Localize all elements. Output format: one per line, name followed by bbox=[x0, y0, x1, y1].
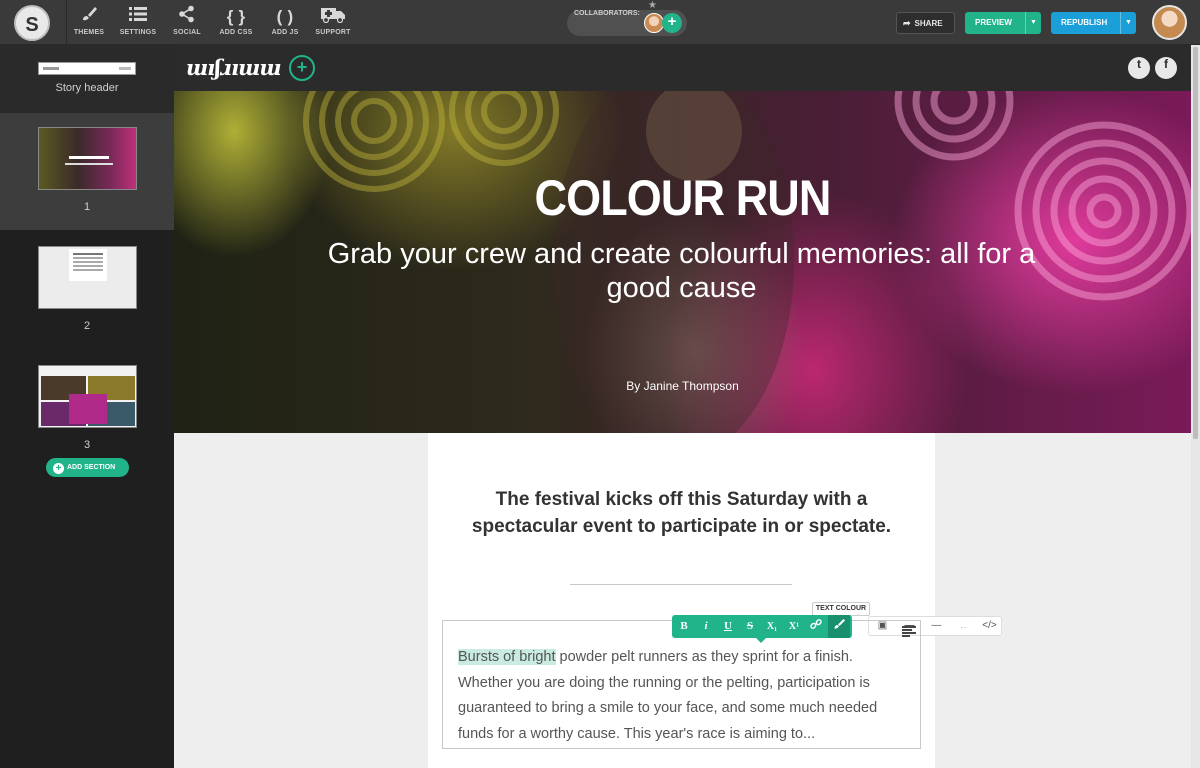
facebook-icon[interactable]: f bbox=[1155, 57, 1177, 79]
hero-title[interactable]: COLOUR RUN bbox=[225, 169, 1140, 227]
add-css-label: ADD CSS bbox=[219, 29, 253, 36]
share-nodes-icon bbox=[169, 5, 205, 29]
story-header-item[interactable]: Story header bbox=[0, 45, 174, 113]
section-number: 1 bbox=[83, 201, 91, 213]
story-canvas: ɯıʃɹıɯɯ + t f COLOUR RUN Grab your crew … bbox=[174, 45, 1191, 768]
hero-section[interactable]: COLOUR RUN Grab your crew and create col… bbox=[174, 91, 1191, 433]
site-header: ɯıʃɹıɯɯ + t f bbox=[174, 45, 1191, 91]
superscript-button[interactable]: X¹ bbox=[783, 615, 805, 638]
align-left-icon[interactable] bbox=[902, 626, 916, 638]
twitter-icon[interactable]: t bbox=[1128, 57, 1150, 79]
add-section-button[interactable]: + ADD SECTION bbox=[46, 458, 129, 477]
divider-line-icon[interactable]: — bbox=[923, 617, 950, 635]
sections-sidebar: Story header 1 2 3 + ADD SECTION bbox=[0, 45, 174, 768]
rich-text-editor[interactable]: Bursts of bright powder pelt runners as … bbox=[442, 620, 921, 749]
shorthand-logo[interactable]: S bbox=[14, 5, 50, 41]
section-number: 3 bbox=[83, 439, 91, 451]
story-header-label: Story header bbox=[55, 82, 119, 94]
scrollbar-thumb[interactable] bbox=[1193, 47, 1198, 439]
republish-dropdown-icon[interactable]: ▼ bbox=[1120, 12, 1136, 34]
js-parens-icon: ( ) bbox=[276, 7, 294, 26]
share-arrow-icon: ➦ bbox=[903, 18, 911, 28]
section-thumbnail bbox=[38, 365, 137, 428]
hero-subtitle[interactable]: Grab your crew and create colourful memo… bbox=[304, 237, 1059, 305]
brand-logo[interactable]: ɯıʃɹıɯɯ bbox=[186, 55, 282, 80]
underline-button[interactable]: U bbox=[717, 615, 739, 638]
section-thumbnail bbox=[38, 246, 137, 309]
add-css-button[interactable]: { } ADD CSS bbox=[216, 5, 256, 41]
story-header-thumbnail bbox=[38, 62, 136, 75]
body-paragraph[interactable]: Bursts of bright powder pelt runners as … bbox=[458, 645, 908, 747]
spacer-icon[interactable]: ‥ bbox=[950, 617, 977, 635]
canvas-scrollbar[interactable] bbox=[1191, 45, 1200, 768]
toolbar-divider bbox=[66, 0, 67, 45]
bold-button[interactable]: B bbox=[673, 615, 695, 638]
text-section-card: The festival kicks off this Saturday wit… bbox=[428, 433, 1002, 768]
themes-label: THEMES bbox=[73, 29, 105, 36]
add-js-label: ADD JS bbox=[271, 29, 299, 36]
social-label: SOCIAL bbox=[173, 29, 201, 36]
user-avatar[interactable] bbox=[1152, 5, 1187, 40]
themes-button[interactable]: THEMES bbox=[72, 5, 106, 41]
text-colour-tooltip: TEXT COLOUR bbox=[812, 602, 870, 616]
add-header-element-button[interactable]: + bbox=[289, 55, 315, 81]
preview-button[interactable]: PREVIEW ▼ bbox=[965, 12, 1041, 34]
css-braces-icon: { } bbox=[226, 7, 246, 26]
add-js-button[interactable]: ( ) ADD JS bbox=[267, 5, 303, 41]
top-toolbar: S THEMES SETTINGS SOCIAL { } ADD CSS ( ) bbox=[0, 0, 1200, 45]
embed-code-icon[interactable]: </> bbox=[976, 617, 1003, 635]
social-button[interactable]: SOCIAL bbox=[169, 5, 205, 41]
ambulance-icon bbox=[313, 5, 353, 29]
section-item-2[interactable]: 2 bbox=[0, 232, 174, 349]
section-number: 2 bbox=[83, 320, 91, 332]
republish-label: REPUBLISH bbox=[1061, 18, 1108, 27]
collaborators-pill: COLLABORATORS: + bbox=[567, 10, 687, 36]
collaborator-avatar[interactable] bbox=[644, 13, 664, 33]
share-label: SHARE bbox=[914, 19, 943, 28]
preview-label: PREVIEW bbox=[975, 18, 1012, 27]
republish-button[interactable]: REPUBLISH ▼ bbox=[1051, 12, 1136, 34]
lead-paragraph[interactable]: The festival kicks off this Saturday wit… bbox=[468, 486, 895, 540]
hero-byline[interactable]: By Janine Thompson bbox=[174, 379, 1191, 393]
subscript-button[interactable]: X₁ bbox=[761, 615, 783, 638]
section-item-3[interactable]: 3 bbox=[0, 351, 174, 468]
italic-button[interactable]: i bbox=[695, 615, 717, 638]
support-button[interactable]: SUPPORT bbox=[313, 5, 353, 41]
settings-label: SETTINGS bbox=[119, 29, 157, 36]
format-toolbar: B i U S X₁ X¹ bbox=[672, 615, 852, 643]
collaborators-label: COLLABORATORS: bbox=[574, 10, 640, 17]
link-icon[interactable] bbox=[805, 615, 827, 638]
section-item-1[interactable]: 1 bbox=[0, 113, 174, 230]
app-window: S THEMES SETTINGS SOCIAL { } ADD CSS ( ) bbox=[0, 0, 1200, 768]
share-button[interactable]: ➦ SHARE bbox=[896, 12, 955, 34]
selected-text[interactable]: Bursts of bright bbox=[458, 649, 556, 665]
section-divider bbox=[570, 584, 792, 585]
settings-list-icon bbox=[118, 5, 158, 29]
preview-dropdown-icon[interactable]: ▼ bbox=[1025, 12, 1041, 34]
section-thumbnail bbox=[38, 127, 137, 190]
strikethrough-button[interactable]: S bbox=[739, 615, 761, 638]
text-colour-brush-icon[interactable] bbox=[828, 615, 850, 638]
support-label: SUPPORT bbox=[315, 29, 351, 36]
plus-icon: + bbox=[53, 463, 64, 474]
settings-button[interactable]: SETTINGS bbox=[118, 5, 158, 41]
add-section-label: ADD SECTION bbox=[67, 464, 116, 471]
add-collaborator-button[interactable]: + bbox=[662, 13, 682, 33]
brush-icon bbox=[72, 5, 106, 29]
